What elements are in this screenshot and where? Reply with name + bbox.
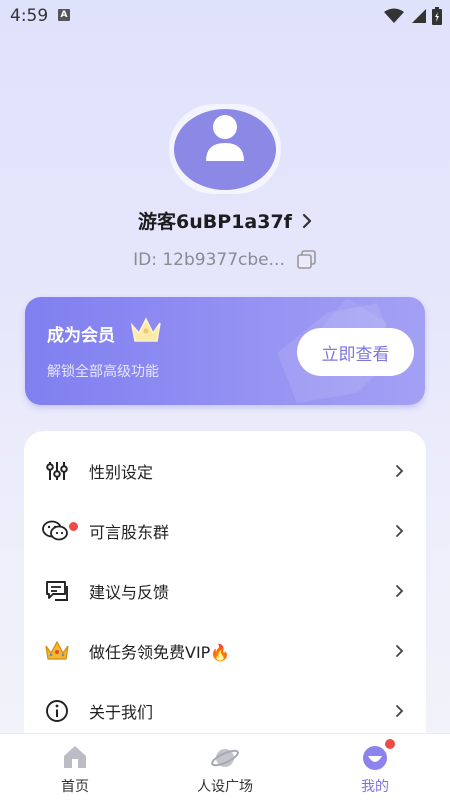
chevron-right-icon	[396, 585, 404, 597]
info-icon	[42, 696, 72, 726]
chevron-right-icon	[396, 525, 404, 537]
view-now-button[interactable]: 立即查看	[297, 328, 414, 376]
bottom-nav: 首页 人设广场 我的	[0, 733, 450, 801]
menu-card: 性别设定 可言股东群 建议与反馈 做任务领免费VIP🔥 关于我们	[24, 431, 426, 761]
wifi-icon	[384, 8, 404, 23]
vip-card[interactable]: 成为会员 解锁全部高级功能 立即查看	[25, 297, 425, 405]
home-icon	[64, 746, 86, 768]
nav-label: 我的	[361, 779, 389, 795]
chevron-right-icon	[396, 465, 404, 477]
menu-item-gender-setting[interactable]: 性别设定	[24, 441, 426, 501]
notification-dot	[385, 739, 395, 749]
menu-item-label: 可言股东群	[89, 523, 170, 542]
user-icon	[206, 115, 244, 161]
menu-item-feedback[interactable]: 建议与反馈	[24, 561, 426, 621]
vip-title: 成为会员	[47, 326, 115, 346]
menu-item-label: 建议与反馈	[89, 583, 170, 602]
chevron-right-icon	[302, 213, 312, 228]
notification-badge: A	[58, 9, 70, 21]
wechat-icon	[42, 516, 72, 546]
username: 游客6uBP1a37f	[138, 211, 292, 233]
user-id-row: ID: 12b9377cbe...	[0, 250, 450, 270]
notification-dot	[69, 522, 78, 531]
nav-label: 人设广场	[197, 779, 253, 795]
sliders-icon	[42, 456, 72, 486]
crown-icon	[130, 317, 161, 342]
crown-icon	[42, 636, 72, 666]
feedback-icon	[42, 576, 72, 606]
menu-item-free-vip-tasks[interactable]: 做任务领免费VIP🔥	[24, 621, 426, 681]
menu-item-label: 关于我们	[89, 703, 154, 722]
planet-icon	[211, 749, 239, 767]
status-bar: 4:59 A	[0, 0, 450, 32]
nav-label: 首页	[61, 779, 89, 795]
status-time: 4:59	[10, 6, 49, 26]
chevron-right-icon	[396, 705, 404, 717]
chevron-right-icon	[396, 645, 404, 657]
nav-tab-persona-plaza[interactable]: 人设广场	[175, 734, 275, 801]
menu-item-shareholder-group[interactable]: 可言股东群	[24, 501, 426, 561]
menu-item-label: 做任务领免费VIP🔥	[89, 643, 231, 662]
menu-item-about-us[interactable]: 关于我们	[24, 681, 426, 741]
nav-tab-mine[interactable]: 我的	[325, 734, 425, 801]
status-icons	[384, 6, 442, 26]
nav-tab-home[interactable]: 首页	[25, 734, 125, 801]
battery-icon	[432, 7, 442, 25]
user-id: ID: 12b9377cbe...	[133, 250, 285, 270]
signal-icon	[412, 9, 426, 23]
username-row[interactable]: 游客6uBP1a37f	[0, 207, 450, 234]
vip-subtitle: 解锁全部高级功能	[47, 364, 159, 380]
copy-icon[interactable]	[297, 250, 317, 270]
menu-item-label: 性别设定	[89, 463, 154, 482]
profile-icon	[363, 746, 387, 770]
